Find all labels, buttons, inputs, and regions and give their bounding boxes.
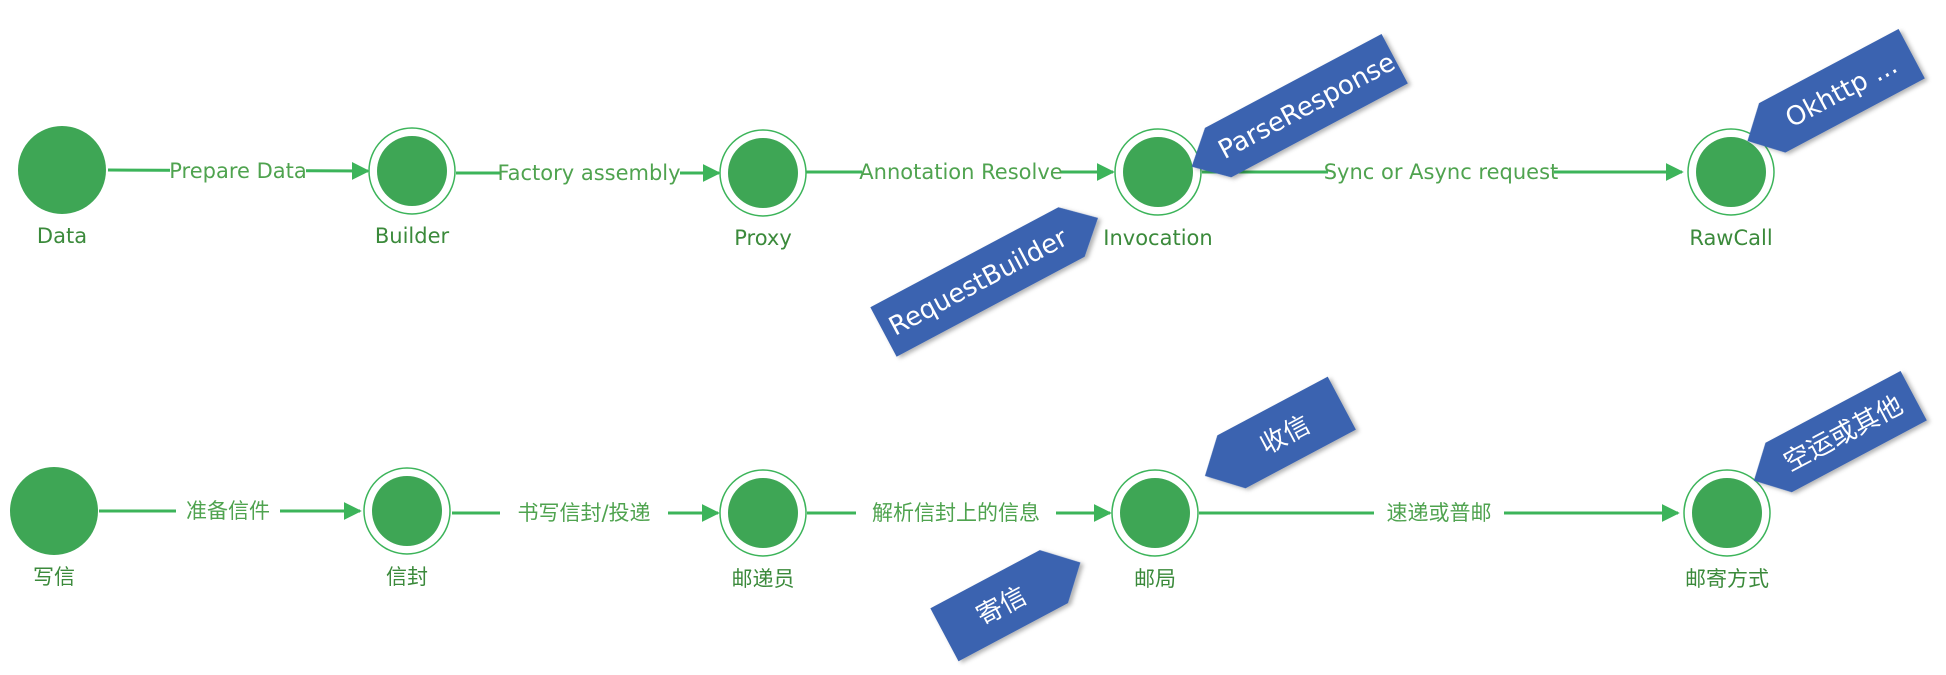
node-mail-method: 邮寄方式 — [1683, 469, 1771, 591]
node-label: Proxy — [734, 226, 792, 250]
node-builder: Builder — [368, 127, 456, 248]
edge-label: 解析信封上的信息 — [872, 501, 1040, 525]
edge-label: Factory assembly — [497, 161, 680, 185]
tag-receive-letter: 收信 — [1204, 376, 1356, 489]
node-label: Data — [37, 224, 87, 248]
edge-write-envelope: 书写信封/投递 — [452, 499, 720, 527]
node-rawcall: RawCall — [1687, 128, 1775, 250]
edge-prepare-data: Prepare Data — [107, 157, 370, 185]
node-label: RawCall — [1689, 226, 1772, 250]
node-label: 邮寄方式 — [1685, 567, 1769, 591]
node-proxy: Proxy — [719, 129, 807, 250]
node-label: 邮递员 — [732, 567, 795, 591]
edge-prepare-letter: 准备信件 — [99, 497, 362, 525]
edge-label: Sync or Async request — [1324, 160, 1559, 184]
node-invocation: Invocation — [1103, 128, 1213, 250]
edge-annotation-resolve: Annotation Resolve — [806, 158, 1115, 186]
node-label: 邮局 — [1134, 567, 1176, 591]
tag-air-or-other: 空运或其他 — [1753, 370, 1927, 493]
node-label: Builder — [375, 224, 450, 248]
edge-label: Annotation Resolve — [859, 160, 1062, 184]
edge-label: Prepare Data — [169, 159, 307, 183]
flow-row-mail: 准备信件 书写信封/投递 解析信封上的信息 速递或普邮 写信 信封 邮递员 邮局… — [10, 370, 1927, 662]
tag-label: ParseResponse — [1214, 47, 1401, 165]
flow-diagram: Prepare Data Factory assembly Annotation… — [10, 28, 1927, 662]
tag-send-letter: 寄信 — [930, 550, 1081, 662]
node-envelope: 信封 — [363, 467, 451, 589]
tag-label: RequestBuilder — [884, 223, 1073, 342]
tag-okhttp: Okhttp ... — [1747, 28, 1925, 153]
edge-label: 速递或普邮 — [1387, 501, 1492, 525]
tag-request-builder: RequestBuilder — [870, 207, 1099, 357]
flow-row-retrofit: Prepare Data Factory assembly Annotation… — [18, 28, 1925, 357]
node-write-letter: 写信 — [10, 467, 98, 589]
edge-express-or-regular: 速递或普邮 — [1199, 499, 1680, 527]
node-label: 写信 — [33, 565, 75, 589]
node-data: Data — [18, 126, 106, 248]
node-post-office: 邮局 — [1111, 469, 1199, 591]
edge-sync-or-async: Sync or Async request — [1202, 158, 1684, 186]
edge-parse-envelope: 解析信封上的信息 — [807, 499, 1112, 527]
node-postman: 邮递员 — [719, 469, 807, 591]
node-label: 信封 — [386, 565, 428, 589]
node-label: Invocation — [1103, 226, 1212, 250]
edge-label: 书写信封/投递 — [517, 501, 650, 525]
edge-label: 准备信件 — [186, 499, 270, 523]
edge-factory-assembly: Factory assembly — [456, 159, 721, 187]
